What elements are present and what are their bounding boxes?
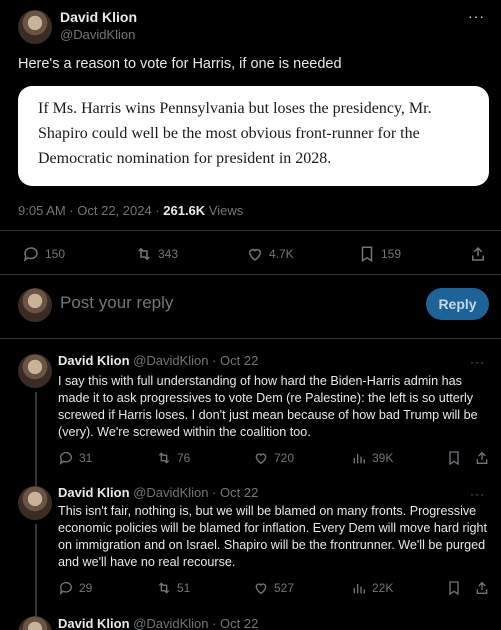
- reply-count: 150: [45, 247, 66, 261]
- share-icon: [469, 245, 487, 263]
- repost-count: 51: [177, 581, 191, 595]
- reply-action-bar: 29 51 527 22K: [0, 580, 501, 600]
- repost-action[interactable]: 51: [156, 580, 190, 596]
- like-action[interactable]: 4.7K: [246, 245, 294, 263]
- views-count: 39K: [372, 451, 394, 465]
- author-name[interactable]: David Klion: [58, 485, 130, 500]
- author-handle[interactable]: @DavidKlion: [60, 27, 135, 42]
- reply-button[interactable]: Reply: [426, 288, 489, 320]
- bookmark-count: 159: [381, 247, 402, 261]
- views-chart-icon: [351, 450, 367, 466]
- more-options-icon[interactable]: ···: [468, 8, 485, 24]
- reply-text: This isn't fair, nothing is, but we will…: [58, 504, 488, 569]
- reply-action-bar: 31 76 720 39K: [0, 450, 501, 470]
- divider: [0, 274, 501, 275]
- repost-count: 76: [177, 451, 191, 465]
- reply-input[interactable]: Post your reply: [60, 293, 173, 313]
- like-count: 527: [274, 581, 295, 595]
- reply-icon: [58, 450, 74, 466]
- divider: [0, 338, 501, 339]
- repost-count: 343: [158, 247, 179, 261]
- bookmark-action[interactable]: 159: [358, 245, 401, 263]
- reply-action[interactable]: 31: [58, 450, 92, 466]
- thread-line: [35, 524, 37, 616]
- divider: [0, 230, 501, 231]
- quoted-image-text[interactable]: If Ms. Harris wins Pennsylvania but lose…: [18, 86, 489, 186]
- tweet-time[interactable]: 9:05 AM · Oct 22, 2024 ·: [18, 203, 163, 218]
- like-action[interactable]: 720: [253, 450, 294, 466]
- bookmark-icon: [446, 580, 462, 596]
- thread-line: [35, 474, 37, 486]
- reply-text: I say this with full understanding of ho…: [58, 374, 478, 439]
- share-icon: [474, 580, 490, 596]
- reply-meta[interactable]: @DavidKlion · Oct 22: [133, 353, 258, 368]
- views-chart-icon: [351, 580, 367, 596]
- views-label: Views: [205, 203, 244, 218]
- avatar[interactable]: [18, 354, 52, 388]
- bookmark-action[interactable]: [446, 580, 462, 596]
- views-action[interactable]: 22K: [351, 580, 393, 596]
- repost-action[interactable]: 343: [135, 245, 178, 263]
- avatar[interactable]: [18, 288, 52, 322]
- repost-action[interactable]: 76: [156, 450, 190, 466]
- repost-icon: [156, 450, 172, 466]
- reply-icon: [58, 580, 74, 596]
- heart-icon: [246, 245, 264, 263]
- more-options-icon[interactable]: ···: [470, 487, 485, 501]
- avatar[interactable]: [18, 10, 52, 44]
- reply-header: David Klion @DavidKlion · Oct 22: [58, 616, 258, 630]
- author-name[interactable]: David Klion: [58, 353, 130, 368]
- author-name[interactable]: David Klion: [60, 9, 137, 25]
- reply-meta[interactable]: @DavidKlion · Oct 22: [133, 485, 258, 500]
- share-action[interactable]: [469, 245, 487, 263]
- share-icon: [474, 450, 490, 466]
- like-count: 720: [274, 451, 295, 465]
- views-action[interactable]: 39K: [351, 450, 393, 466]
- share-action[interactable]: [474, 450, 490, 466]
- reply-icon: [22, 245, 40, 263]
- like-action[interactable]: 527: [253, 580, 294, 596]
- reply-header: David Klion @DavidKlion · Oct 22: [58, 485, 258, 500]
- avatar[interactable]: [18, 486, 52, 520]
- bookmark-action[interactable]: [446, 450, 462, 466]
- tweet-meta: 9:05 AM · Oct 22, 2024 · 261.6K Views: [18, 203, 243, 218]
- views-count: 22K: [372, 581, 394, 595]
- reply-header: David Klion @DavidKlion · Oct 22: [58, 353, 258, 368]
- author-name[interactable]: David Klion: [58, 616, 130, 630]
- reply-count: 29: [79, 581, 93, 595]
- reply-meta[interactable]: @DavidKlion · Oct 22: [133, 616, 258, 630]
- repost-icon: [156, 580, 172, 596]
- like-count: 4.7K: [269, 247, 294, 261]
- share-action[interactable]: [474, 580, 490, 596]
- avatar[interactable]: [18, 616, 52, 630]
- reply-count: 31: [79, 451, 93, 465]
- heart-icon: [253, 450, 269, 466]
- more-options-icon[interactable]: ···: [470, 355, 485, 369]
- reply-action[interactable]: 29: [58, 580, 92, 596]
- tweet-text: Here's a reason to vote for Harris, if o…: [18, 56, 342, 72]
- main-action-bar: 150 343 4.7K 159: [0, 245, 501, 265]
- heart-icon: [253, 580, 269, 596]
- views-count: 261.6K: [163, 203, 206, 218]
- bookmark-icon: [358, 245, 376, 263]
- repost-icon: [135, 245, 153, 263]
- bookmark-icon: [446, 450, 462, 466]
- reply-action[interactable]: 150: [22, 245, 65, 263]
